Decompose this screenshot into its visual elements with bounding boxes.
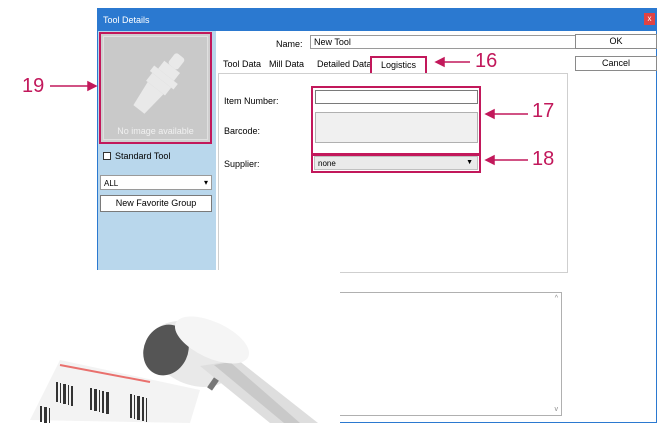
window-title: Tool Details [103,15,150,25]
tool-holder-icon [133,53,185,114]
dropdown-arrow-icon: ▼ [466,159,473,166]
name-label: Name: [276,39,303,49]
scroll-down-icon[interactable]: v [555,406,559,413]
scroll-up-icon[interactable]: ^ [555,295,558,302]
supplier-select[interactable]: none ▼ [314,156,478,170]
tab-tool-data[interactable]: Tool Data [223,59,261,74]
left-panel: No image available Standard Tool ALL ▾ N… [98,31,216,273]
tab-detailed-data[interactable]: Detailed Data [317,59,372,74]
dropdown-arrow-icon: ▾ [203,178,208,187]
close-button[interactable]: x [644,13,655,25]
name-value: New Tool [314,37,351,47]
callout-18: 18 [532,148,555,170]
standard-tool-checkbox[interactable] [103,152,111,160]
callout-16: 16 [475,50,498,72]
tab-mill-data[interactable]: Mill Data [269,59,304,74]
title-bar: Tool Details x [98,9,656,31]
supplier-value: none [318,159,336,168]
callout-19: 19 [22,75,45,97]
screenshot: Tool Details x No image available Standa… [0,0,662,423]
callout-17: 17 [532,100,555,122]
ok-button[interactable]: OK [575,34,657,49]
tool-image-box[interactable]: No image available [99,32,212,144]
item-number-input[interactable] [315,90,478,104]
group-select[interactable]: ALL ▾ [100,175,212,190]
barcode-scanner-image [0,270,340,423]
standard-tool-label: Standard Tool [115,151,171,161]
new-favorite-group-button[interactable]: New Favorite Group [100,195,212,212]
barcode-input[interactable] [315,112,478,143]
cancel-button[interactable]: Cancel [575,56,657,71]
no-image-text: No image available [117,126,194,136]
notes-textarea[interactable]: ^ v [330,292,562,416]
barcode-label: Barcode: [224,126,261,136]
supplier-label: Supplier: [224,159,260,169]
item-number-label: Item Number: [224,96,279,106]
group-select-value: ALL [104,179,119,188]
